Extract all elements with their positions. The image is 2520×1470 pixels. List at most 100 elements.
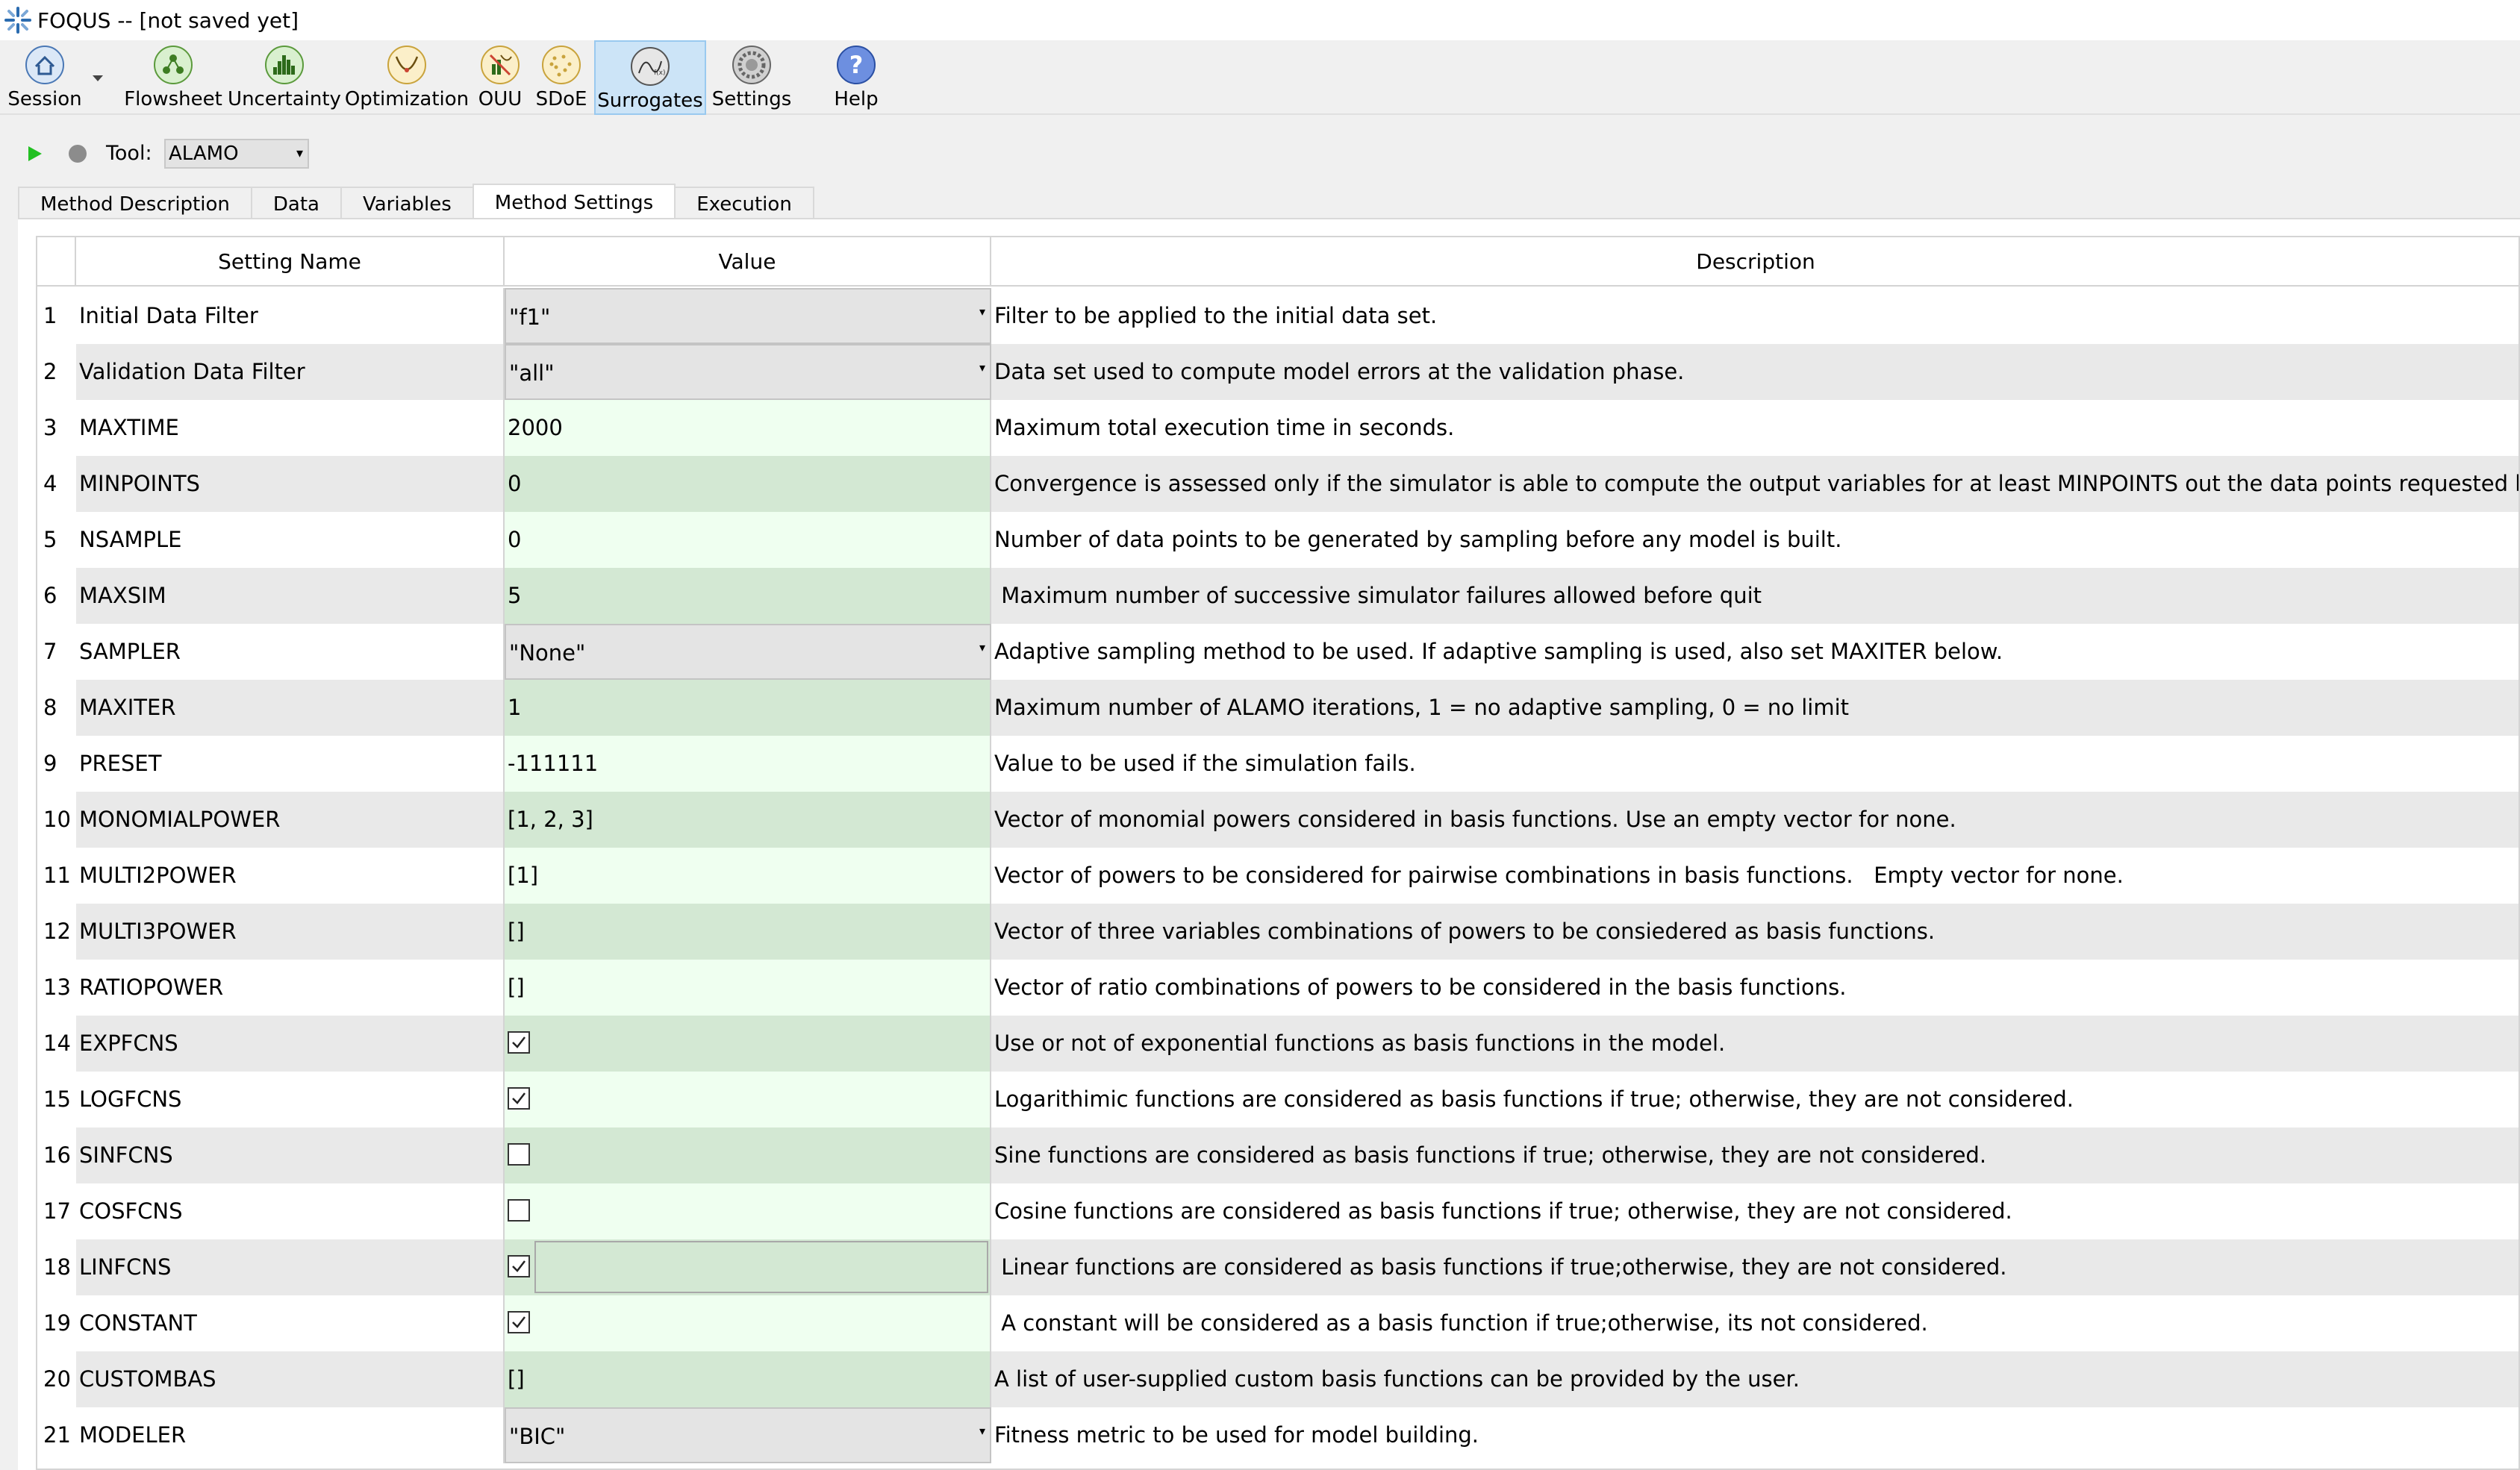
ouu-icon (478, 43, 522, 87)
table-row[interactable]: 1 Initial Data Filter "f1" ▾ Filter to be ap… (37, 288, 2519, 344)
setting-description-cell: Adaptive sampling method to be used. If … (994, 639, 2003, 664)
cell-editor[interactable] (534, 1241, 988, 1293)
checkbox-unchecked[interactable] (508, 1199, 530, 1222)
tab-variables[interactable]: Variables (340, 187, 474, 219)
table-header: Setting Name Value Description (37, 237, 2519, 287)
setting-value-input[interactable]: [] (505, 904, 991, 960)
setting-value-combobox[interactable]: "BIC" ▾ (505, 1407, 991, 1463)
tab-method-description[interactable]: Method Description (18, 187, 252, 219)
setting-value-input[interactable]: [] (505, 960, 991, 1016)
house-icon (23, 43, 66, 87)
table-row[interactable]: 16 SINFCNS Sine functions are considered a… (37, 1127, 2519, 1183)
setting-description-cell: Data set used to compute model errors at… (991, 344, 2519, 400)
table-row[interactable]: 17 COSFCNS Cosine functions are considered… (37, 1183, 2519, 1239)
table-row[interactable]: 20 CUSTOMBAS[] A list of user-supplied cus… (37, 1351, 2519, 1407)
setting-description-cell: Linear functions are considered as basis… (991, 1239, 2519, 1295)
table-row[interactable]: 19 CONSTANT A constant will be considered… (37, 1295, 2519, 1351)
setting-checkbox-cell[interactable] (505, 1183, 991, 1239)
row-number: 9 (37, 736, 76, 792)
table-row[interactable]: 2 Validation Data Filter "all" ▾ Data set us… (37, 344, 2519, 400)
table-row[interactable]: 3 MAXTIME 2000 Maximum total execution time… (37, 400, 2519, 456)
setting-value-input[interactable]: 0 (505, 512, 991, 568)
header-setting-name[interactable]: Setting Name (76, 237, 505, 287)
table-row[interactable]: 9 PRESET -111111 Value to be used if the si… (37, 736, 2519, 792)
setting-checkbox-cell[interactable] (505, 1295, 991, 1351)
table-row[interactable]: 8 MAXITER 1 Maximum number of ALAMO iterati… (37, 680, 2519, 736)
table-row[interactable]: 10 MONOMIALPOWER [1, 2, 3] Vector of monomi… (37, 792, 2519, 848)
setting-checkbox-cell[interactable] (505, 1072, 991, 1127)
header-description[interactable]: Description (991, 237, 2519, 287)
setting-value-input[interactable]: [1] (505, 848, 991, 904)
toolbar-ouu-button[interactable]: OUU (475, 40, 525, 115)
row-number: 15 (37, 1072, 76, 1127)
setting-description-cell: Fitness metric to be used for model buil… (994, 1422, 1479, 1448)
window-title: FOQUS -- [not saved yet] (37, 7, 299, 33)
toolbar-session-button[interactable]: Session (6, 40, 84, 115)
toolbar-flowsheet-button[interactable]: Flowsheet (122, 40, 224, 115)
table-row[interactable]: 18 LINFCNS Linear functions are considere… (37, 1239, 2519, 1295)
setting-value-input[interactable]: 1 (505, 680, 991, 736)
table-row[interactable]: 4 MINPOINTS 0 Convergence is assessed only … (37, 456, 2519, 512)
main-toolbar: Session Flowsheet Uncertainty Optimizati… (0, 40, 2520, 115)
checkbox-checked[interactable] (508, 1311, 530, 1333)
setting-checkbox-cell[interactable] (505, 1239, 991, 1295)
table-row[interactable]: 7 SAMPLER "None" ▾ Adaptive sampling method … (37, 624, 2519, 680)
setting-value-input[interactable]: 0 (505, 456, 991, 512)
setting-description-cell: Vector of three variables combinations o… (991, 904, 2519, 960)
table-row[interactable]: 6 MAXSIM 5 Maximum number of successive si… (37, 568, 2519, 624)
run-play-icon[interactable] (24, 143, 45, 164)
stop-icon[interactable] (69, 145, 87, 163)
setting-name-cell: MINPOINTS (76, 456, 505, 512)
setting-name-cell: MAXITER (76, 680, 505, 736)
tab-execution[interactable]: Execution (674, 187, 814, 219)
toolbar-surrogates-button[interactable]: f(x) Surrogates (594, 40, 706, 115)
setting-value-input[interactable]: -111111 (505, 736, 991, 792)
title-bar: FOQUS -- [not saved yet] (0, 0, 2520, 40)
table-row[interactable]: 15 LOGFCNS Logarithimic functions are cons… (37, 1072, 2519, 1127)
setting-value-input[interactable]: 2000 (505, 400, 991, 456)
method-settings-table: Setting Name Value Description 1 Initial … (36, 236, 2520, 1470)
toolbar-sdoe-button[interactable]: SDoE (531, 40, 591, 115)
row-number: 18 (37, 1239, 76, 1295)
checkbox-checked[interactable] (508, 1087, 530, 1110)
toolbar-uncertainty-button[interactable]: Uncertainty (228, 40, 341, 115)
setting-description-cell: Number of data points to be generated by… (994, 527, 1842, 552)
checkbox-checked[interactable] (508, 1031, 530, 1054)
toolbar-optimization-button[interactable]: Optimization (345, 40, 469, 115)
row-number: 8 (37, 680, 76, 736)
tab-data[interactable]: Data (250, 187, 342, 219)
table-row[interactable]: 12 MULTI3POWER[] Vector of three variables… (37, 904, 2519, 960)
setting-value-input[interactable]: [1, 2, 3] (505, 792, 991, 848)
toolbar-help-button[interactable]: ? Help (824, 40, 888, 115)
setting-description-cell: Vector of monomial powers considered in … (991, 792, 2519, 848)
setting-value-input[interactable]: 5 (505, 568, 991, 624)
help-icon: ? (835, 43, 878, 87)
flowsheet-icon (152, 43, 195, 87)
setting-value-text: 0 (508, 527, 522, 552)
toolbar-settings-button[interactable]: Settings (712, 40, 791, 115)
setting-value-combobox[interactable]: "f1" ▾ (505, 288, 991, 344)
table-row[interactable]: 5 NSAMPLE 0 Number of data points to be gen… (37, 512, 2519, 568)
table-row[interactable]: 21 MODELER "BIC" ▾ Fitness metric to be used… (37, 1407, 2519, 1463)
table-row[interactable]: 11 MULTI2POWER [1] Vector of powers to be c… (37, 848, 2519, 904)
table-row[interactable]: 14 EXPFCNS Use or not of exponential funct… (37, 1016, 2519, 1072)
setting-value-combobox[interactable]: "None" ▾ (505, 624, 991, 680)
tab-method-settings[interactable]: Method Settings (472, 184, 676, 219)
setting-description-cell: Value to be used if the simulation fails… (994, 751, 1416, 776)
row-number: 10 (37, 792, 76, 848)
session-dropdown-arrow[interactable] (88, 69, 107, 88)
header-value[interactable]: Value (505, 237, 991, 287)
row-number: 5 (37, 512, 76, 568)
checkmark-icon (512, 1260, 525, 1272)
table-row[interactable]: 13 RATIOPOWER[] Vector of ratio combinatio… (37, 960, 2519, 1016)
setting-name-cell: SAMPLER (76, 624, 505, 680)
setting-value-input[interactable]: [] (505, 1351, 991, 1407)
checkbox-unchecked[interactable] (508, 1143, 530, 1166)
setting-name-cell: Initial Data Filter (76, 288, 505, 344)
setting-name-cell: MULTI2POWER (76, 848, 505, 904)
checkbox-checked[interactable] (508, 1255, 530, 1277)
setting-checkbox-cell[interactable] (505, 1127, 991, 1183)
tool-select[interactable]: ALAMO ▾ (164, 139, 309, 169)
setting-checkbox-cell[interactable] (505, 1016, 991, 1072)
setting-value-combobox[interactable]: "all" ▾ (505, 344, 991, 400)
